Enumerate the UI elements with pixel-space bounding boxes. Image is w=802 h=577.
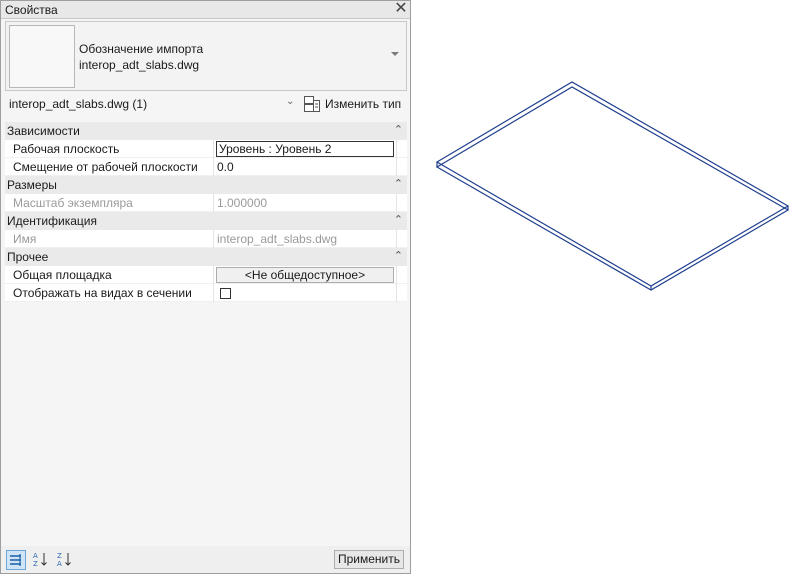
sort-descending-icon[interactable]: Z A [55,550,75,570]
view-canvas [435,81,790,291]
svg-text:Z: Z [33,560,38,568]
apply-button[interactable]: Применить [334,550,404,569]
collapse-icon[interactable]: ⌃ [394,213,403,226]
column-divider [396,284,397,302]
svg-text:A: A [33,552,38,560]
type-selector[interactable]: Обозначение импорта interop_adt_slabs.dw… [5,21,407,91]
properties-grid: Зависимости ⌃ Рабочая плоскость Уровень … [5,122,407,302]
group-label: Зависимости [7,124,80,138]
row-shared-site: Общая площадка <Не общедоступное> [5,266,407,284]
column-divider [213,158,214,176]
type-preview-thumbnail [9,25,75,88]
collapse-icon[interactable]: ⌃ [394,123,403,136]
group-label: Размеры [7,178,57,192]
property-label: Отображать на видах в сечении [13,286,192,300]
panel-footer: A Z Z A Применить [1,546,410,573]
column-divider [213,284,214,302]
type-family-label: Обозначение импорта [79,42,204,56]
row-name: Имя interop_adt_slabs.dwg [5,230,407,248]
shared-site-button[interactable]: <Не общедоступное> [216,267,394,283]
edit-type-button[interactable]: Изменить тип [304,94,404,114]
type-file-label: interop_adt_slabs.dwg [79,58,200,72]
group-label: Идентификация [7,214,97,228]
instance-filter[interactable]: interop_adt_slabs.dwg (1) ⌄ Изменить тип [5,93,407,115]
column-divider [396,266,397,284]
row-offset: Смещение от рабочей плоскости 0.0 [5,158,407,176]
column-divider [213,140,214,158]
column-divider [396,158,397,176]
collapse-icon[interactable]: ⌃ [394,177,403,190]
property-label: Масштаб экземпляра [13,196,133,210]
work-plane-field[interactable]: Уровень : Уровень 2 [216,141,394,157]
instance-filter-label: interop_adt_slabs.dwg (1) [9,97,148,111]
group-other[interactable]: Прочее ⌃ [5,248,407,266]
column-divider [213,230,214,248]
column-divider [213,194,214,212]
svg-text:Z: Z [57,552,62,560]
collapse-icon[interactable]: ⌃ [394,249,403,262]
type-name: Обозначение импорта interop_adt_slabs.dw… [79,41,203,73]
drawing-viewport[interactable] [412,0,802,574]
group-label: Прочее [7,250,49,264]
row-show-in-section: Отображать на видах в сечении [5,284,407,302]
chevron-down-icon[interactable]: ⌄ [286,96,296,108]
categorize-icon[interactable] [6,550,26,570]
column-divider [396,194,397,212]
name-value: interop_adt_slabs.dwg [217,232,338,246]
panel-titlebar[interactable]: Свойства ✕ [1,1,410,19]
row-scale: Масштаб экземпляра 1.000000 [5,194,407,212]
column-divider [396,140,397,158]
imported-slab-outline[interactable] [435,81,790,291]
property-label: Смещение от рабочей плоскости [13,160,198,174]
svg-text:A: A [57,560,62,568]
property-label: Рабочая плоскость [13,142,120,156]
group-constraints[interactable]: Зависимости ⌃ [5,122,407,140]
property-label: Имя [13,232,37,246]
property-label: Общая площадка [13,268,112,282]
row-work-plane: Рабочая плоскость Уровень : Уровень 2 [5,140,407,158]
show-in-section-checkbox[interactable] [220,288,231,299]
column-divider [213,266,214,284]
column-divider [396,230,397,248]
offset-value[interactable]: 0.0 [217,160,234,174]
dropdown-caret-icon[interactable] [391,52,399,56]
group-identity[interactable]: Идентификация ⌃ [5,212,407,230]
group-dimensions[interactable]: Размеры ⌃ [5,176,407,194]
edit-type-label: Изменить тип [325,97,402,111]
close-icon[interactable]: ✕ [394,1,408,17]
sort-ascending-icon[interactable]: A Z [31,550,51,570]
scale-value: 1.000000 [217,196,268,210]
edit-type-icon [304,96,320,112]
properties-panel: Свойства ✕ Обозначение импорта interop_a… [0,0,411,574]
panel-title: Свойства [5,3,58,17]
